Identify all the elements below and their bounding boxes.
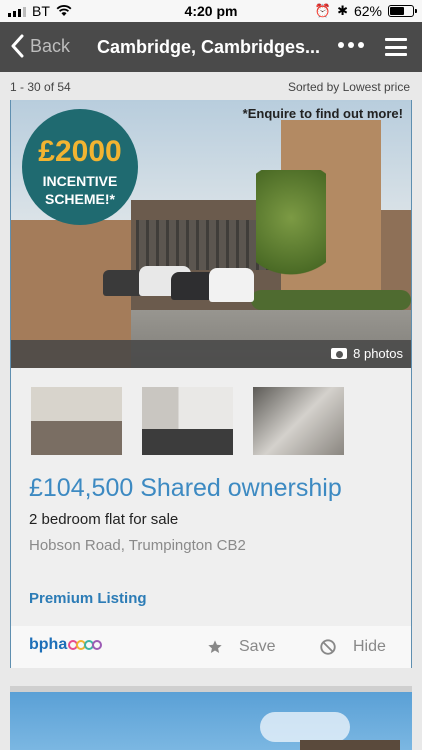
thumbnail-strip xyxy=(31,387,344,455)
results-bar: 1 - 30 of 54 Sorted by Lowest price xyxy=(0,72,422,100)
agent-logo: bpha xyxy=(29,636,103,654)
bluetooth-icon: ✱ xyxy=(337,3,348,18)
listing-price[interactable]: £104,500 Shared ownership xyxy=(29,474,342,503)
hamburger-menu-button[interactable] xyxy=(385,38,407,56)
save-label: Save xyxy=(239,638,276,655)
camera-icon xyxy=(331,348,348,359)
promo-badge: £2000 INCENTIVE SCHEME!* xyxy=(22,109,138,225)
property-type: 2 bedroom flat for sale xyxy=(29,511,179,528)
thumbnail-2[interactable] xyxy=(142,387,233,455)
card-footer: bpha Save Hide xyxy=(11,626,411,668)
chevron-left-icon xyxy=(11,34,24,58)
photo-count-label: 8 photos xyxy=(353,346,403,361)
page-title: Cambridge, Cambridges... xyxy=(97,37,321,57)
agent-logo-text: bpha xyxy=(29,636,68,653)
status-bar: BT 4:20 pm ⏰ ✱ 62% xyxy=(0,0,422,22)
premium-listing-label: Premium Listing xyxy=(29,590,147,607)
results-count: 1 - 30 of 54 xyxy=(10,80,71,94)
save-button[interactable]: Save xyxy=(207,638,275,656)
listing-address: Hobson Road, Trumpington CB2 xyxy=(29,537,246,554)
promo-line-1: INCENTIVE xyxy=(42,173,118,189)
star-icon xyxy=(208,640,222,653)
hide-label: Hide xyxy=(353,638,386,655)
back-label: Back xyxy=(30,35,71,56)
status-right: ⏰ ✱ 62% xyxy=(314,3,417,19)
promo-line-2: SCHEME!* xyxy=(44,191,115,207)
listing-card-next[interactable] xyxy=(10,686,412,750)
listing-photo[interactable]: £2000 INCENTIVE SCHEME!* *Enquire to fin… xyxy=(11,100,411,368)
more-options-button[interactable] xyxy=(338,42,364,48)
hide-button[interactable]: Hide xyxy=(319,638,386,656)
battery-icon xyxy=(388,5,417,17)
battery-percent: 62% xyxy=(353,3,382,19)
enquire-text: *Enquire to find out more! xyxy=(242,106,403,121)
photo-count[interactable]: 8 photos xyxy=(331,346,403,361)
ellipsis-icon xyxy=(338,42,344,48)
promo-amount: £2000 xyxy=(38,135,122,168)
listing-card[interactable]: £2000 INCENTIVE SCHEME!* *Enquire to fin… xyxy=(10,100,412,668)
agent-logo-icon xyxy=(68,640,103,650)
hamburger-menu-icon xyxy=(385,38,407,41)
thumbnail-3[interactable] xyxy=(253,387,344,455)
hide-icon xyxy=(320,639,336,655)
sort-order[interactable]: Sorted by Lowest price xyxy=(288,80,410,94)
alarm-icon: ⏰ xyxy=(314,3,332,18)
back-button[interactable]: Back xyxy=(10,34,70,58)
photo-strip: 8 photos xyxy=(11,340,411,368)
navbar: Back Cambridge, Cambridges... xyxy=(0,22,422,72)
thumbnail-1[interactable] xyxy=(31,387,122,455)
